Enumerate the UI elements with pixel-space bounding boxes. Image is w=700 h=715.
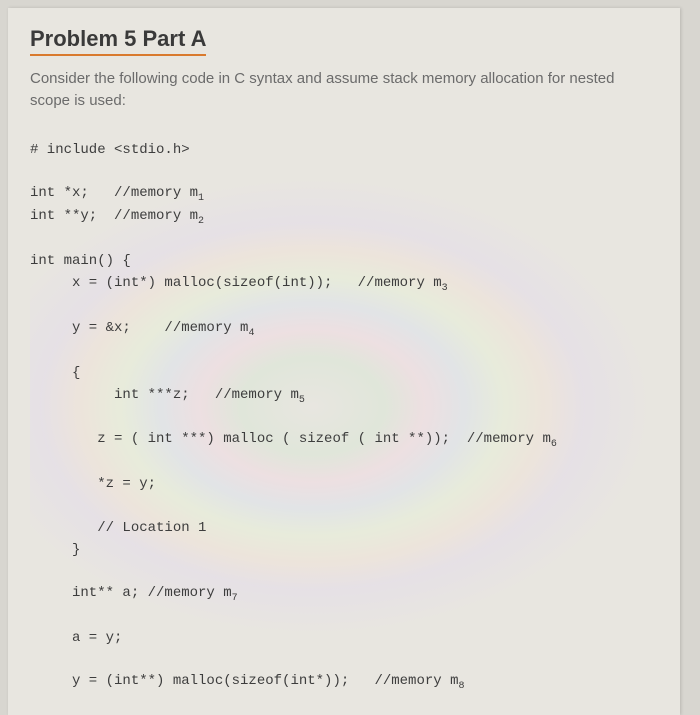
code-line: z = ( int ***) malloc ( sizeof ( int **)… (30, 431, 551, 447)
subscript: 2 (198, 216, 204, 227)
code-line: x = (int*) malloc(sizeof(int)); //memory… (30, 275, 442, 291)
code-line: int main() { (30, 253, 131, 269)
code-line: // Location 1 (30, 520, 206, 536)
code-line: int ***z; //memory m (30, 387, 299, 403)
subscript: 6 (551, 439, 557, 450)
code-line: int** a; //memory m (30, 585, 232, 601)
code-line: # include <stdio.h> (30, 142, 190, 158)
code-line: y = &x; //memory m (30, 320, 248, 336)
problem-intro: Consider the following code in C syntax … (30, 68, 658, 112)
subscript: 4 (248, 328, 254, 339)
document-page: Problem 5 Part A Consider the following … (8, 8, 680, 715)
problem-title: Problem 5 Part A (30, 26, 206, 56)
subscript: 8 (458, 681, 464, 692)
code-line: a = y; (30, 630, 122, 646)
subscript: 7 (232, 593, 238, 604)
subscript: 5 (299, 394, 305, 405)
subscript: 3 (442, 283, 448, 294)
code-block: # include <stdio.h> int *x; //memory m1 … (30, 138, 658, 697)
code-line: *z = y; (30, 476, 156, 492)
code-line: int **y; //memory m (30, 208, 198, 224)
code-line: } (30, 542, 80, 558)
code-line: int *x; //memory m (30, 185, 198, 201)
code-line: { (30, 365, 80, 381)
subscript: 1 (198, 193, 204, 204)
code-line: y = (int**) malloc(sizeof(int*)); //memo… (30, 673, 458, 689)
